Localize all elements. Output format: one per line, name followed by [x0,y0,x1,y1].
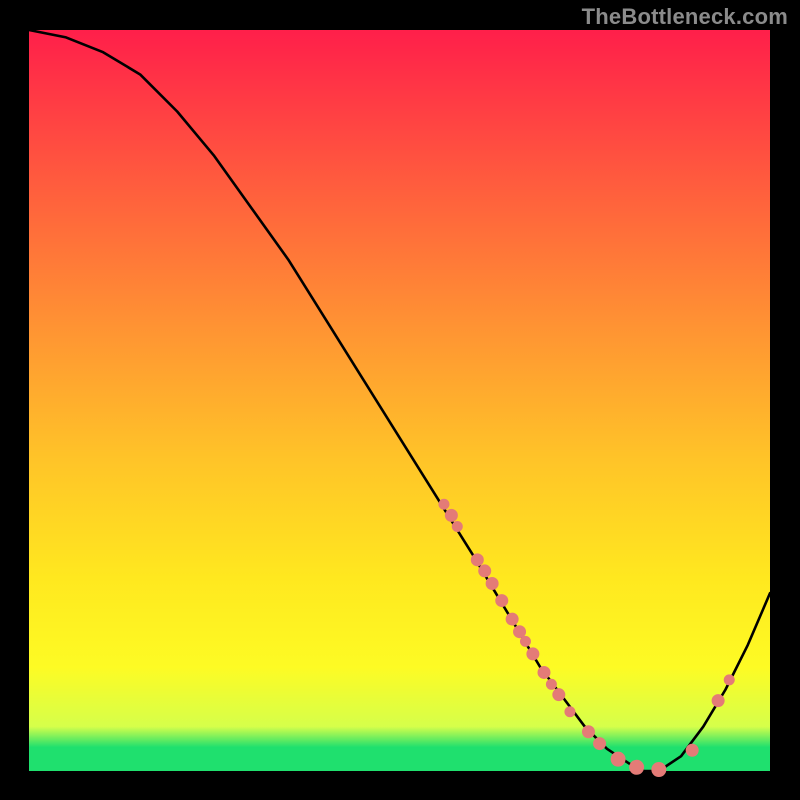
data-point-p21 [686,744,698,756]
data-point-p17 [594,738,606,750]
data-point-p7 [496,595,508,607]
watermark-text: TheBottleneck.com [582,4,788,30]
data-point-p14 [553,689,565,701]
data-point-p1 [439,499,449,509]
data-point-p13 [546,679,556,689]
data-point-p15 [565,707,575,717]
data-point-p20 [652,763,666,777]
data-point-p5 [479,565,491,577]
data-point-p9 [514,626,526,638]
chart-stage: TheBottleneck.com [0,0,800,800]
data-point-p19 [630,760,644,774]
data-points-group [439,499,734,776]
data-point-p18 [611,752,625,766]
plot-overlay [29,30,770,771]
data-point-p3 [452,521,462,531]
data-point-p23 [724,675,734,685]
data-point-p6 [486,578,498,590]
data-point-p2 [445,509,457,521]
data-point-p11 [527,648,539,660]
data-point-p4 [471,554,483,566]
data-point-p16 [582,726,594,738]
data-point-p12 [538,666,550,678]
data-point-p10 [520,636,530,646]
data-point-p8 [506,613,518,625]
data-point-p22 [712,695,724,707]
bottleneck-curve [29,30,770,771]
